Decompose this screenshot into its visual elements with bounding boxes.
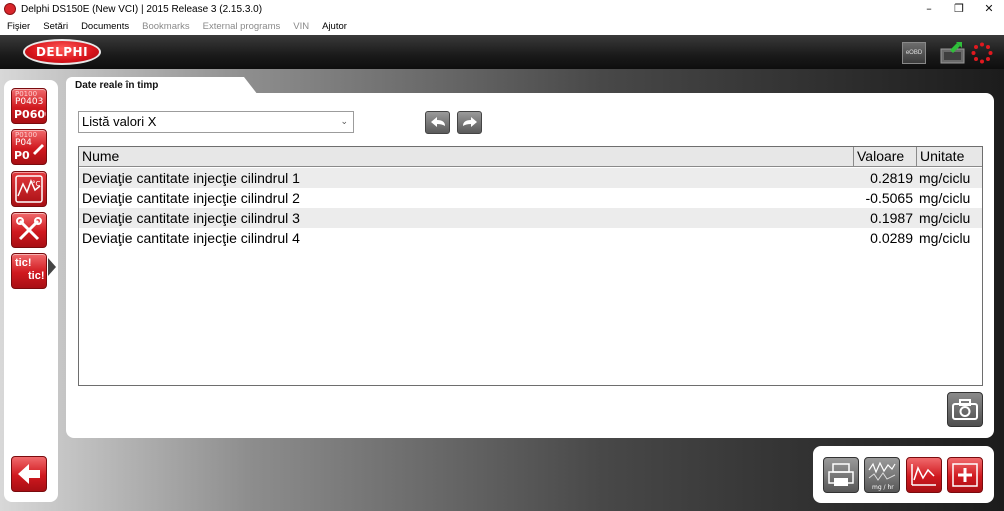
connection-status-icon[interactable]	[940, 40, 965, 64]
add-parameter-icon	[952, 463, 978, 487]
row-value: 0.2819	[870, 170, 913, 186]
row-value: 0.1987	[870, 210, 913, 226]
menu-vin[interactable]: VIN	[293, 21, 309, 32]
back-button[interactable]	[11, 456, 47, 492]
arrow-back-icon	[430, 116, 445, 127]
table-row[interactable]: Deviaţie cantitate injecţie cilindrul 3 …	[79, 208, 982, 228]
row-name: Deviaţie cantitate injecţie cilindrul 1	[82, 170, 300, 186]
arrow-forward-icon	[462, 116, 477, 127]
row-value: 0.0289	[870, 230, 913, 246]
row-unit: mg/ciclu	[919, 190, 971, 206]
live-data-table: Nume Valoare Unitate Deviaţie cantitate …	[78, 146, 983, 386]
table-row[interactable]: Deviaţie cantitate injecţie cilindrul 2 …	[79, 188, 982, 208]
tools-icon	[16, 217, 42, 241]
arrow-left-icon	[18, 464, 40, 484]
graph-units-label: mg / hr	[872, 484, 894, 491]
eobd-button[interactable]: eOBD	[902, 42, 926, 64]
tic-label-1: tic!	[15, 257, 32, 269]
svg-text:°C: °C	[32, 180, 41, 188]
row-unit: mg/ciclu	[919, 210, 971, 226]
sidebar-read-dtc-button[interactable]: P0100 P0403 P0600	[11, 88, 47, 124]
activity-spinner-icon	[971, 42, 993, 64]
app-icon	[4, 3, 16, 15]
menu-bar: Fişier Setări Documents Bookmarks Extern…	[0, 18, 1004, 35]
column-header-name[interactable]: Nume	[79, 147, 853, 167]
graph-icon: mg / hr	[868, 461, 896, 491]
sidebar-live-data-button[interactable]: °C	[11, 171, 47, 207]
live-data-icon: °C	[15, 175, 43, 203]
screenshot-button[interactable]	[947, 392, 983, 427]
logo-text: DELPHI	[35, 45, 89, 59]
row-unit: mg/ciclu	[919, 170, 971, 186]
row-unit: mg/ciclu	[919, 230, 971, 246]
column-header-value[interactable]: Valoare	[853, 147, 916, 167]
tab-live-data-label: Date reale în timp	[75, 80, 159, 91]
dtc-code-5: P0	[14, 149, 30, 162]
minimize-button[interactable]: –	[914, 0, 944, 18]
chevron-down-icon: ⌄	[340, 117, 348, 127]
row-name: Deviaţie cantitate injecţie cilindrul 2	[82, 190, 300, 206]
camera-icon	[952, 399, 978, 420]
print-icon	[828, 463, 854, 486]
menu-settings[interactable]: Setări	[43, 21, 68, 32]
sidebar-service-button[interactable]	[11, 212, 47, 248]
sidebar-actuator-test-button[interactable]: tic! tic!	[11, 253, 47, 289]
menu-documents[interactable]: Documents	[81, 21, 129, 32]
column-header-unit[interactable]: Unitate	[916, 147, 982, 167]
next-list-button[interactable]	[457, 111, 482, 134]
dtc-code-main: P0600	[14, 108, 46, 121]
previous-list-button[interactable]	[425, 111, 450, 134]
close-button[interactable]: ✕	[974, 0, 1004, 18]
eobd-label: eOBD	[905, 50, 923, 56]
dtc-code-2: P0403	[15, 97, 44, 107]
menu-help[interactable]: Ajutor	[322, 21, 347, 32]
record-data-button[interactable]	[906, 457, 942, 493]
graph-view-button[interactable]: mg / hr	[864, 457, 900, 493]
app-header: DELPHI eOBD	[0, 35, 1004, 69]
delphi-logo: DELPHI	[23, 39, 101, 65]
menu-file[interactable]: Fişier	[7, 21, 30, 32]
left-sidebar: P0100 P0403 P0600 P0100 P04 P0 °C tic! t…	[4, 80, 58, 502]
tic-label-2: tic!	[28, 270, 45, 282]
table-row[interactable]: Deviaţie cantitate injecţie cilindrul 1 …	[79, 168, 982, 188]
active-indicator-arrow	[48, 258, 56, 276]
menu-bookmarks[interactable]: Bookmarks	[142, 21, 190, 32]
value-list-dropdown[interactable]: Listă valori X ⌄	[78, 111, 354, 133]
table-row[interactable]: Deviaţie cantitate injecţie cilindrul 4 …	[79, 228, 982, 248]
window-title: Delphi DS150E (New VCI) | 2015 Release 3…	[21, 3, 263, 15]
print-button[interactable]	[823, 457, 859, 493]
sidebar-clear-dtc-button[interactable]: P0100 P04 P0	[11, 129, 47, 165]
add-parameter-button[interactable]	[947, 457, 983, 493]
row-value: -0.5065	[865, 190, 913, 206]
row-name: Deviaţie cantitate injecţie cilindrul 3	[82, 210, 300, 226]
table-header: Nume Valoare Unitate	[79, 147, 982, 167]
record-chart-icon	[911, 464, 936, 486]
bottom-toolbar: mg / hr	[813, 446, 994, 503]
eraser-icon	[33, 144, 44, 155]
window-controls: – ❐ ✕	[914, 0, 1004, 18]
menu-external-programs[interactable]: External programs	[203, 21, 281, 32]
restore-button[interactable]: ❐	[944, 0, 974, 18]
row-name: Deviaţie cantitate injecţie cilindrul 4	[82, 230, 300, 246]
value-list-selected: Listă valori X	[82, 114, 157, 129]
title-bar: Delphi DS150E (New VCI) | 2015 Release 3…	[0, 0, 1004, 18]
